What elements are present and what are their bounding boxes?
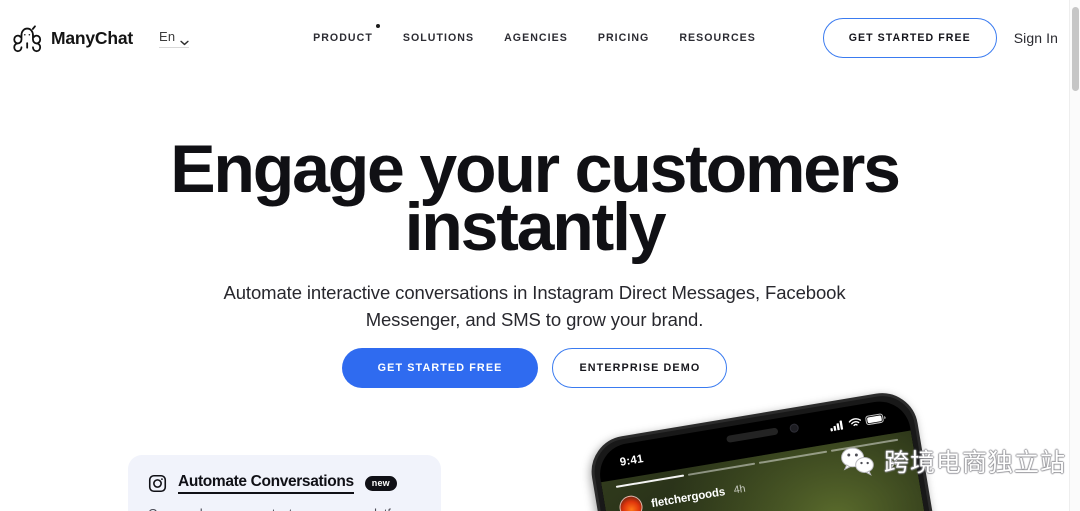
- nav-new-dot-badge: [375, 24, 380, 28]
- nav-item-agencies[interactable]: AGENCIES: [504, 32, 568, 44]
- nav-item-product-label: PRODUCT: [313, 32, 373, 44]
- header-actions: GET STARTED FREE Sign In: [822, 0, 1058, 76]
- header-get-started-free-button[interactable]: GET STARTED FREE: [822, 18, 997, 58]
- chevron-down-icon: [180, 33, 190, 46]
- story-timestamp: 4h: [732, 482, 747, 496]
- manychat-octopus-logo-icon: [10, 21, 44, 55]
- hero-cta-group: GET STARTED FREE ENTERPRISE DEMO: [0, 348, 1069, 388]
- status-badge-new: new: [364, 476, 397, 491]
- phone-screen: 9:41 fletchergoods 4h: [595, 396, 952, 511]
- phone-body: 9:41 fletchergoods 4h: [586, 387, 960, 511]
- nav-item-resources[interactable]: RESOURCES: [679, 32, 756, 44]
- language-label: En: [159, 28, 176, 44]
- brand-logo-link[interactable]: ManyChat: [10, 21, 133, 55]
- hero-enterprise-demo-button[interactable]: ENTERPRISE DEMO: [552, 348, 728, 388]
- hero-subtitle: Automate interactive conversations in In…: [223, 282, 846, 330]
- sign-in-link[interactable]: Sign In: [1014, 30, 1058, 46]
- nav-item-product[interactable]: PRODUCT: [313, 24, 380, 44]
- phone-status-icons: [829, 409, 888, 436]
- avatar[interactable]: [617, 493, 645, 511]
- manychat-landing-page: ManyChat En PRODUCT SOLUTIONS AGENCIES P…: [0, 0, 1080, 511]
- page-title: Engage your customers instantly: [0, 135, 1069, 261]
- battery-icon: [864, 409, 888, 430]
- phone-mockup: 9:41 fletchergoods 4h: [586, 371, 1060, 511]
- feature-card-automate-conversations[interactable]: Automate Conversations new Grow and enga…: [128, 455, 441, 511]
- nav-item-solutions[interactable]: SOLUTIONS: [403, 32, 474, 44]
- wifi-icon: [847, 414, 863, 434]
- hero-title-line-2: instantly: [404, 189, 667, 266]
- language-selector[interactable]: En: [159, 28, 190, 48]
- instagram-icon: [148, 474, 167, 493]
- cellular-signal-icon: [829, 416, 847, 436]
- brand-name: ManyChat: [51, 27, 134, 48]
- vertical-scroll-thumb[interactable]: [1072, 7, 1079, 91]
- feature-card-description: Grow and engage contacts across one plat…: [148, 505, 421, 511]
- feature-card-title[interactable]: Automate Conversations: [178, 473, 354, 494]
- hero-get-started-free-button[interactable]: GET STARTED FREE: [341, 348, 539, 388]
- vertical-scrollbar[interactable]: [1069, 0, 1080, 511]
- site-header: ManyChat En PRODUCT SOLUTIONS AGENCIES P…: [0, 0, 1069, 76]
- close-x-icon[interactable]: [886, 454, 903, 471]
- phone-status-time: 9:41: [619, 453, 645, 469]
- nav-item-pricing[interactable]: PRICING: [598, 32, 650, 44]
- feature-card-header: Automate Conversations new: [148, 473, 421, 494]
